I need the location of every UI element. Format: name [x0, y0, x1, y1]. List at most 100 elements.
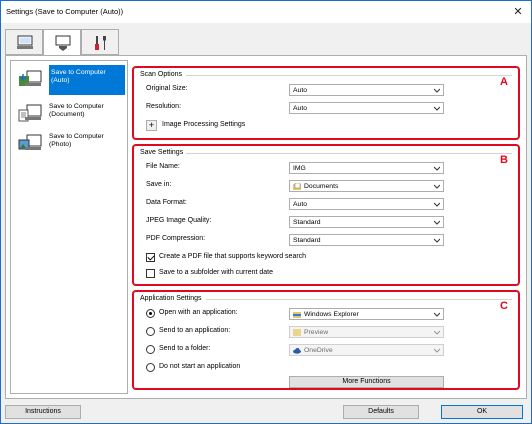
no-app-row: Do not start an application [146, 362, 516, 374]
documents-folder-icon [293, 183, 301, 190]
selected-value: Preview [304, 329, 329, 336]
open-app-label: Open with an application: [159, 309, 238, 316]
image-processing-row: + Image Processing Settings [146, 120, 516, 132]
scan-options-group: Scan Options A Original Size: Auto Resol… [132, 66, 520, 140]
data-format-select[interactable]: Auto [289, 198, 444, 210]
keyword-pdf-checkbox[interactable] [146, 253, 155, 262]
pdf-compression-row: PDF Compression: Standard [146, 234, 516, 246]
image-processing-label: Image Processing Settings [162, 121, 246, 128]
scanner-panel-icon [55, 35, 71, 51]
chevron-down-icon [434, 348, 440, 353]
original-size-label: Original Size: [146, 85, 188, 92]
send-app-select[interactable]: Preview [289, 326, 444, 338]
selected-value: Documents [304, 183, 339, 190]
save-photo-icon [18, 134, 42, 150]
selected-value: IMG [293, 165, 306, 172]
open-app-row: Open with an application: Windows Explor… [146, 308, 516, 320]
instructions-button[interactable]: Instructions [5, 405, 81, 419]
subfolder-row: Save to a subfolder with current date [146, 268, 516, 280]
chevron-down-icon [434, 202, 440, 207]
group-title: Save Settings [140, 149, 184, 156]
selected-value: Windows Explorer [304, 311, 359, 318]
preview-app-icon [293, 329, 301, 336]
settings-pane: Scan Options A Original Size: Auto Resol… [132, 60, 522, 394]
send-app-label: Send to an application: [159, 327, 231, 334]
selected-value: Auto [293, 105, 307, 112]
application-settings-group: Application Settings C Open with an appl… [132, 290, 520, 390]
send-folder-label: Send to a folder: [159, 345, 211, 352]
selected-value: Standard [293, 219, 321, 226]
selected-value: OneDrive [304, 347, 333, 354]
jpeg-quality-select[interactable]: Standard [289, 216, 444, 228]
send-folder-radio[interactable] [146, 345, 155, 354]
ok-button[interactable]: OK [441, 405, 523, 419]
open-app-select[interactable]: Windows Explorer [289, 308, 444, 320]
selected-value: Standard [293, 237, 321, 244]
open-app-radio[interactable] [146, 309, 155, 318]
save-document-icon [18, 104, 42, 122]
selected-value: Auto [293, 201, 307, 208]
sidebar-item-save-auto[interactable]: Save to Computer (Auto) [11, 65, 127, 95]
jpeg-quality-row: JPEG Image Quality: Standard [146, 216, 516, 228]
chevron-down-icon [434, 166, 440, 171]
keyword-pdf-row: Create a PDF file that supports keyword … [146, 252, 516, 264]
send-folder-select[interactable]: OneDrive [289, 344, 444, 356]
explorer-folder-icon [293, 312, 301, 318]
save-in-select[interactable]: Documents [289, 180, 444, 192]
sidebar-item-label: Save to Computer (Photo) [49, 133, 104, 148]
computer-scan-icon [17, 35, 33, 49]
window-title: Settings (Save to Computer (Auto)) [6, 7, 124, 16]
resolution-label: Resolution: [146, 103, 182, 110]
sidebar-item-label: Save to Computer (Document) [49, 103, 104, 118]
sidebar-item-label: Save to Computer (Auto) [49, 65, 125, 95]
chevron-down-icon [434, 330, 440, 335]
selected-value: Auto [293, 87, 307, 94]
resolution-select[interactable]: Auto [289, 102, 444, 114]
send-app-row: Send to an application: Preview [146, 326, 516, 338]
original-size-select[interactable]: Auto [289, 84, 444, 96]
chevron-down-icon [434, 220, 440, 225]
data-format-label: Data Format: [146, 199, 187, 206]
keyword-pdf-label: Create a PDF file that supports keyword … [159, 253, 307, 260]
group-divider [206, 299, 512, 300]
tools-icon [95, 36, 106, 50]
chevron-down-icon [434, 238, 440, 243]
group-title: Application Settings [140, 295, 202, 302]
chevron-down-icon [434, 106, 440, 111]
data-format-row: Data Format: Auto [146, 198, 516, 210]
resolution-row: Resolution: Auto [146, 102, 516, 114]
sidebar: Save to Computer (Auto) Save to Computer… [10, 60, 128, 394]
group-divider [186, 75, 512, 76]
subfolder-checkbox[interactable] [146, 269, 155, 278]
save-in-label: Save in: [146, 181, 172, 188]
expand-plus-button[interactable]: + [146, 120, 157, 131]
send-folder-row: Send to a folder: OneDrive [146, 344, 516, 356]
sidebar-item-save-photo[interactable]: Save to Computer (Photo) [11, 129, 127, 159]
jpeg-quality-label: JPEG Image Quality: [146, 217, 212, 224]
tab-scan-from-operation-panel[interactable] [43, 29, 81, 56]
group-title: Scan Options [140, 71, 183, 78]
tab-scan-from-computer[interactable] [5, 29, 43, 55]
pdf-compression-select[interactable]: Standard [289, 234, 444, 246]
more-functions-button[interactable]: More Functions [289, 376, 444, 388]
sidebar-item-save-document[interactable]: Save to Computer (Document) [11, 99, 127, 129]
chevron-down-icon [434, 312, 440, 317]
dialog-footer: Instructions Defaults OK [1, 401, 531, 423]
file-name-label: File Name: [146, 163, 180, 170]
save-settings-group: Save Settings B File Name: IMG Save in: … [132, 144, 520, 286]
tab-general-settings[interactable] [81, 29, 119, 55]
main-panel: Save to Computer (Auto) Save to Computer… [5, 55, 527, 399]
onedrive-cloud-icon [293, 348, 301, 354]
save-auto-icon [19, 70, 42, 86]
original-size-row: Original Size: Auto [146, 84, 516, 96]
chevron-down-icon [434, 88, 440, 93]
close-icon[interactable]: ✕ [510, 4, 526, 20]
no-app-label: Do not start an application [159, 363, 241, 370]
chevron-down-icon [434, 184, 440, 189]
group-divider [186, 153, 512, 154]
no-app-radio[interactable] [146, 363, 155, 372]
file-name-select[interactable]: IMG [289, 162, 444, 174]
send-app-radio[interactable] [146, 327, 155, 336]
file-name-row: File Name: IMG [146, 162, 516, 174]
defaults-button[interactable]: Defaults [343, 405, 419, 419]
